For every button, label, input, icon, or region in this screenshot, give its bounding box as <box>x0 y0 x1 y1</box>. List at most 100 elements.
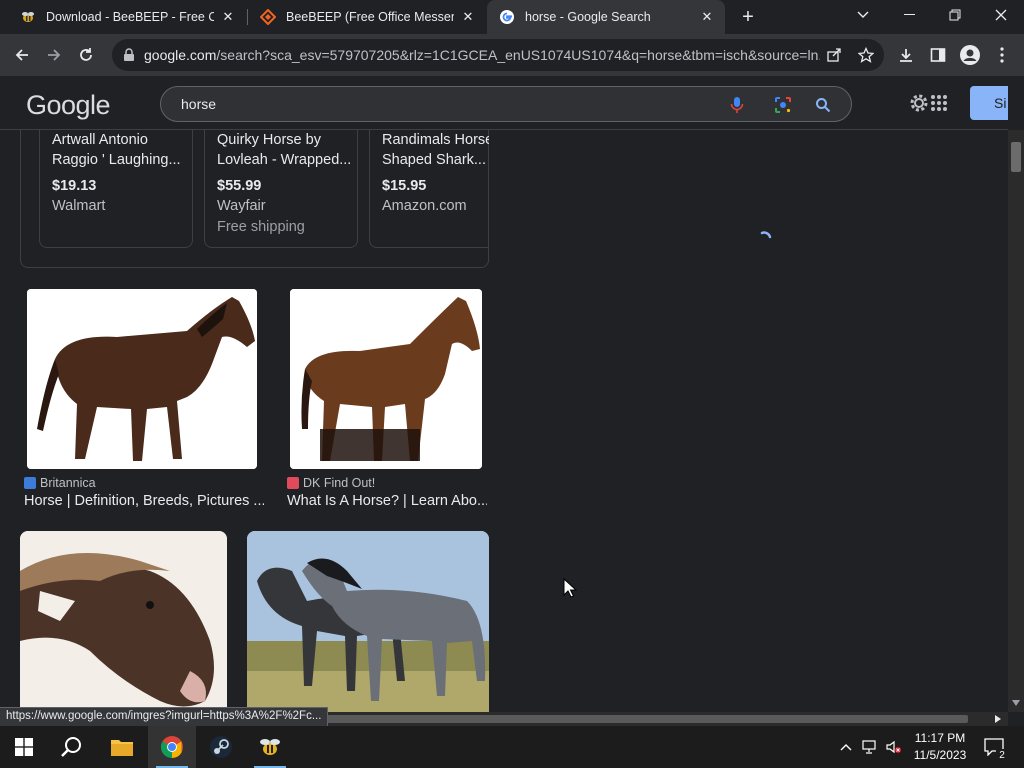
menu-kebab-icon[interactable] <box>989 42 1015 68</box>
product-name: Quirky Horse by Lovleah - Wrapped... <box>217 132 352 168</box>
search-box[interactable]: horse <box>160 86 852 122</box>
image-result-thumbnail[interactable] <box>27 289 257 469</box>
beebeep-icon <box>20 9 36 25</box>
loading-spinner-icon <box>760 231 772 239</box>
sourceforge-icon <box>260 9 276 25</box>
shopping-card[interactable]: Artwall Antonio Raggio ' Laughing... $19… <box>39 130 193 248</box>
product-name: Artwall Antonio Raggio ' Laughing... <box>52 132 181 168</box>
forward-button[interactable] <box>41 42 67 68</box>
scrollbar-thumb[interactable] <box>1011 142 1021 172</box>
tab-title: Download - BeeBEEP - Free Offic <box>46 10 214 24</box>
britannica-icon <box>24 477 36 489</box>
scroll-down-arrow-icon[interactable] <box>1012 700 1020 706</box>
product-store: Walmart <box>52 198 106 214</box>
product-price: $55.99 <box>217 178 262 194</box>
tab-beebeep-sourceforge[interactable]: BeeBEEP (Free Office Messenger ✕ <box>248 0 486 34</box>
google-lens-icon[interactable] <box>773 95 793 115</box>
show-hidden-icons-chevron-icon[interactable] <box>838 739 854 755</box>
side-panel-icon[interactable] <box>925 42 951 68</box>
status-bar-url: https://www.google.com/imgres?imgurl=htt… <box>0 707 329 727</box>
system-clock[interactable]: 11:17 PM 11/5/2023 <box>910 730 970 764</box>
address-bar[interactable]: google.com/search?sca_esv=579707205&rlz=… <box>112 39 884 71</box>
restore-button[interactable] <box>932 0 978 30</box>
chrome-icon <box>161 736 183 758</box>
search-results: Artwall Antonio Raggio ' Laughing... $19… <box>0 130 1008 712</box>
product-price: $19.13 <box>52 178 97 194</box>
new-tab-button[interactable]: + <box>736 5 760 29</box>
search-icon <box>61 737 81 757</box>
result-source[interactable]: DK Find Out! <box>287 476 375 490</box>
clock-time: 11:17 PM <box>914 731 966 745</box>
shopping-card[interactable]: Randimals Horse Shaped Shark... $15.95 A… <box>369 130 489 248</box>
google-header: Google horse Si <box>0 76 1008 130</box>
horses-photo <box>247 531 489 712</box>
lock-icon[interactable] <box>122 48 136 62</box>
tab-search-chevron-icon[interactable] <box>840 0 886 30</box>
product-store: Amazon.com <box>382 198 467 214</box>
start-button[interactable] <box>0 726 48 768</box>
shopping-card[interactable]: Quirky Horse by Lovleah - Wrapped... $55… <box>204 130 358 248</box>
search-input[interactable]: horse <box>181 96 216 112</box>
image-result-thumbnail[interactable] <box>247 531 489 712</box>
apps-grid-icon[interactable] <box>928 92 950 114</box>
tab-title: BeeBEEP (Free Office Messenger <box>286 10 454 24</box>
tab-strip: Download - BeeBEEP - Free Offic ✕ BeeBEE… <box>0 0 1024 34</box>
folder-icon <box>111 740 133 756</box>
notification-count-badge: 2 <box>996 749 1008 761</box>
dk-find-out-icon <box>287 477 299 489</box>
horse-photo <box>27 289 257 469</box>
url-text: google.com/search?sca_esv=579707205&rlz=… <box>144 47 820 63</box>
volume-muted-icon[interactable] <box>886 739 902 755</box>
reload-button[interactable] <box>73 42 99 68</box>
google-logo[interactable]: Google <box>26 90 111 121</box>
image-result-thumbnail[interactable] <box>20 531 227 712</box>
steam-icon <box>210 736 232 758</box>
close-icon[interactable]: ✕ <box>699 9 715 25</box>
product-store: Wayfair <box>217 198 266 214</box>
network-icon[interactable] <box>862 739 878 755</box>
tab-beebeep-download[interactable]: Download - BeeBEEP - Free Offic ✕ <box>8 0 246 34</box>
taskbar-chrome[interactable] <box>148 726 196 768</box>
taskbar-beebeep[interactable] <box>246 726 294 768</box>
source-name: Britannica <box>40 476 96 490</box>
beebeep-icon <box>260 739 280 755</box>
url-host: google.com <box>144 47 217 63</box>
share-icon[interactable] <box>825 46 843 64</box>
google-logo-text: Google <box>26 90 111 120</box>
sign-in-button[interactable]: Si <box>970 86 1008 120</box>
close-icon[interactable]: ✕ <box>220 9 236 25</box>
url-path: /search?sca_esv=579707205&rlz=1C1GCEA_en… <box>216 47 820 63</box>
minimize-button[interactable] <box>886 0 932 30</box>
result-caption[interactable]: What Is A Horse? | Learn Abo... <box>287 493 487 509</box>
microphone-icon[interactable] <box>727 95 747 115</box>
product-name: Randimals Horse Shaped Shark... <box>382 132 489 168</box>
tab-title: horse - Google Search <box>525 10 651 24</box>
vertical-scrollbar[interactable] <box>1008 130 1024 712</box>
windows-taskbar: 11:17 PM 11/5/2023 2 <box>0 726 1024 768</box>
scroll-right-arrow-icon[interactable] <box>995 715 1001 723</box>
bookmark-star-icon[interactable] <box>857 46 875 64</box>
close-window-button[interactable] <box>978 0 1024 30</box>
result-source[interactable]: Britannica <box>24 476 96 490</box>
download-icon[interactable] <box>893 42 919 68</box>
product-price: $15.95 <box>382 178 427 194</box>
close-icon[interactable]: ✕ <box>460 9 476 25</box>
mouse-cursor-icon <box>563 578 577 598</box>
clock-date: 11/5/2023 <box>913 748 967 762</box>
google-icon <box>499 9 515 25</box>
result-caption[interactable]: Horse | Definition, Breeds, Pictures ... <box>24 493 264 509</box>
taskbar-file-explorer[interactable] <box>98 726 146 768</box>
taskbar-search-button[interactable] <box>48 726 96 768</box>
tab-google-search[interactable]: horse - Google Search ✕ <box>487 0 725 34</box>
search-icon[interactable] <box>813 95 833 115</box>
image-result-thumbnail[interactable] <box>290 289 482 469</box>
source-name: DK Find Out! <box>303 476 376 490</box>
pony-photo <box>20 531 227 712</box>
windows-logo-icon <box>15 738 33 756</box>
profile-avatar[interactable] <box>957 42 983 68</box>
product-shipping: Free shipping <box>217 219 305 235</box>
taskbar-steam[interactable] <box>197 726 245 768</box>
gear-icon[interactable] <box>908 92 930 114</box>
horse-photo <box>290 289 482 469</box>
back-button[interactable] <box>9 42 35 68</box>
